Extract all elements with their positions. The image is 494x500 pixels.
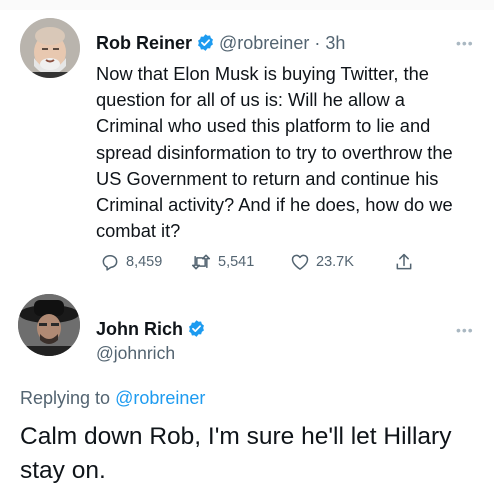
timestamp[interactable]: 3h: [325, 33, 345, 53]
author-name[interactable]: John Rich: [96, 319, 183, 339]
avatar-rob-reiner[interactable]: [20, 18, 80, 78]
share-button[interactable]: [394, 252, 414, 272]
like-count: 23.7K: [316, 254, 354, 270]
author-handle-2[interactable]: @johnrich: [96, 343, 175, 364]
author-handle[interactable]: @robreiner: [219, 33, 309, 53]
verified-badge-icon: [196, 33, 215, 57]
author-name[interactable]: Rob Reiner: [96, 33, 192, 53]
like-button[interactable]: 23.7K: [290, 252, 354, 272]
reply-count: 8,459: [126, 254, 163, 270]
reply-icon: [100, 252, 120, 272]
retweet-icon: [190, 252, 212, 272]
tweet1-text: Now that Elon Musk is buying Twitter, th…: [96, 63, 453, 242]
avatar-john-rich[interactable]: [18, 294, 80, 356]
tweet1-actions: 8,459 5,541 23.7K: [100, 252, 430, 276]
more-dots-icon[interactable]: •••: [456, 35, 474, 51]
heart-icon: [290, 252, 310, 272]
tweet2-text: Calm down Rob, I'm sure he'll let Hillar…: [20, 423, 452, 484]
replying-prefix: Replying to: [20, 388, 111, 408]
verified-badge-icon: [187, 319, 206, 343]
replying-to-line: Replying to @robreiner: [20, 388, 205, 409]
reply-button[interactable]: 8,459: [100, 252, 162, 272]
more-dots-icon[interactable]: •••: [456, 322, 474, 338]
share-icon: [394, 252, 414, 272]
replying-to-mention[interactable]: @robreiner: [115, 388, 205, 408]
tweet1-header: Rob Reiner @robreiner · 3h: [96, 33, 345, 57]
separator: ·: [314, 33, 321, 53]
author-name-2: John Rich: [96, 319, 210, 343]
retweet-count: 5,541: [218, 254, 255, 270]
top-strip: [0, 0, 494, 10]
retweet-button[interactable]: 5,541: [190, 252, 254, 272]
tweet-divider: [0, 292, 494, 293]
